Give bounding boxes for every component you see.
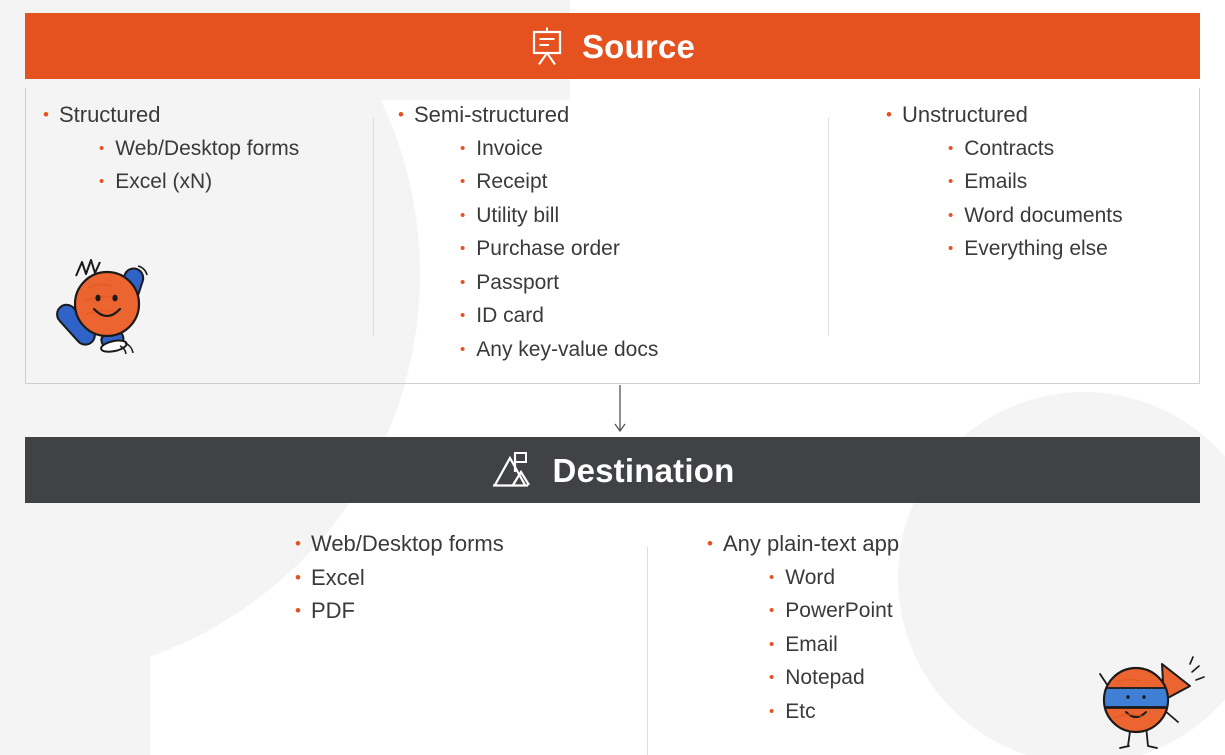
bullet-dot-icon: •: [295, 601, 301, 620]
source-banner: Source: [25, 13, 1200, 79]
unstructured-sublist: • Contracts • Emails • Word documents • …: [948, 132, 1200, 266]
bullet-dot-icon: •: [460, 173, 466, 190]
source-column-semi-structured: • Semi-structured • Invoice • Receipt • …: [373, 98, 828, 366]
bullet-dot-icon: •: [99, 173, 105, 190]
list-item[interactable]: • Purchase order: [460, 232, 828, 266]
item-text: Notepad: [785, 666, 865, 689]
bullet-dot-icon: •: [948, 139, 954, 157]
list-item[interactable]: • PDF: [295, 594, 647, 628]
list-item[interactable]: • Excel (xN): [99, 165, 373, 199]
item-text: Purchase order: [476, 237, 620, 260]
presentation-board-icon: [530, 26, 564, 66]
source-columns: • Structured • Web/Desktop forms • Excel…: [25, 98, 1200, 366]
destination-banner: Destination: [25, 437, 1200, 503]
bullet-dot-icon: •: [886, 105, 892, 124]
bullet-dot-icon: •: [295, 534, 301, 553]
item-text: Etc: [785, 699, 816, 723]
item-text: Emails: [964, 170, 1028, 193]
orange-character-waving-illustration: [52, 246, 167, 358]
heading-text: Semi-structured: [413, 102, 570, 127]
list-item[interactable]: • Utility bill: [460, 199, 828, 233]
list-item[interactable]: • Everything else: [948, 232, 1200, 266]
heading-text: Any plain-text app: [722, 531, 900, 556]
item-text: PDF: [310, 598, 355, 623]
list-item[interactable]: • Passport: [460, 266, 828, 300]
list-item[interactable]: • Emails: [948, 165, 1200, 199]
bullet-dot-icon: •: [769, 602, 775, 619]
list-item[interactable]: • Word documents: [948, 199, 1200, 233]
bullet-dot-icon: •: [295, 567, 301, 587]
slide-canvas: Source • Structured • Web/Desktop forms …: [0, 0, 1225, 755]
bullet-dot-icon: •: [460, 206, 466, 224]
bullet-dot-icon: •: [769, 669, 775, 686]
destination-right-list: • Any plain-text app: [707, 527, 1200, 561]
item-text: Word: [785, 565, 836, 589]
item-text: Excel (xN): [115, 170, 213, 193]
bullet-dot-icon: •: [398, 105, 404, 124]
list-item[interactable]: • Word: [769, 561, 1200, 595]
item-text: Email: [785, 632, 838, 656]
bullet-dot-icon: •: [769, 635, 775, 653]
bullet-dot-icon: •: [460, 307, 466, 324]
heading-text: Unstructured: [901, 102, 1028, 127]
list-item[interactable]: • Receipt: [460, 165, 828, 199]
item-text: ID card: [476, 304, 544, 327]
down-arrow-icon: [614, 385, 626, 433]
source-title: Source: [581, 27, 696, 65]
list-item[interactable]: • Any key-value docs: [460, 333, 828, 367]
semi-structured-sublist: • Invoice • Receipt • Utility bill • Pur…: [460, 132, 828, 367]
destination-column-apps: • Web/Desktop forms • Excel • PDF: [25, 527, 647, 728]
bullet-dot-icon: •: [460, 240, 466, 257]
destination-columns: • Web/Desktop forms • Excel • PDF • Any …: [25, 527, 1200, 755]
bullet-dot-icon: •: [948, 173, 954, 190]
bullet-dot-icon: •: [948, 240, 954, 257]
orange-character-superhero-illustration: [1086, 648, 1206, 752]
list-item[interactable]: • Invoice: [460, 132, 828, 166]
item-text: PowerPoint: [785, 599, 893, 622]
list-item[interactable]: • Semi-structured: [398, 98, 828, 132]
bullet-dot-icon: •: [99, 139, 105, 157]
item-text: Everything else: [964, 237, 1108, 260]
list-item[interactable]: • Any plain-text app: [707, 527, 1200, 561]
item-text: Excel: [310, 564, 365, 590]
list-item[interactable]: • Contracts: [948, 132, 1200, 166]
list-item[interactable]: • Web/Desktop forms: [295, 527, 647, 561]
list-item[interactable]: • Excel: [295, 561, 647, 595]
bullet-dot-icon: •: [460, 340, 466, 358]
item-text: Web/Desktop forms: [115, 136, 300, 160]
item-text: Invoice: [476, 136, 543, 160]
list-item[interactable]: • Unstructured: [886, 98, 1200, 132]
heading-text: Structured: [58, 102, 161, 127]
list-item[interactable]: • PowerPoint: [769, 594, 1200, 628]
flow-connector: [600, 385, 640, 437]
bullet-dot-icon: •: [460, 273, 466, 291]
semi-structured-list: • Semi-structured: [398, 98, 828, 132]
item-text: Utility bill: [476, 203, 560, 227]
bullet-dot-icon: •: [43, 105, 49, 124]
list-item[interactable]: • Structured: [43, 98, 373, 132]
bullet-dot-icon: •: [769, 568, 775, 586]
list-item[interactable]: • Web/Desktop forms: [99, 132, 373, 166]
item-text: Passport: [476, 270, 560, 294]
bullet-dot-icon: •: [707, 534, 713, 553]
list-item[interactable]: • ID card: [460, 299, 828, 333]
item-text: Any key-value docs: [476, 337, 659, 361]
destination-left-list: • Web/Desktop forms • Excel • PDF: [295, 527, 647, 628]
mountain-flag-goal-icon: [491, 450, 535, 490]
item-text: Web/Desktop forms: [310, 531, 504, 556]
item-text: Contracts: [964, 136, 1055, 160]
structured-sublist: • Web/Desktop forms • Excel (xN): [99, 132, 373, 199]
item-text: Word documents: [964, 203, 1123, 227]
unstructured-list: • Unstructured: [886, 98, 1200, 132]
source-column-unstructured: • Unstructured • Contracts • Emails • Wo…: [828, 98, 1200, 366]
item-text: Receipt: [476, 170, 548, 193]
bullet-dot-icon: •: [769, 702, 775, 720]
destination-title: Destination: [552, 451, 735, 489]
bullet-dot-icon: •: [460, 139, 466, 157]
bullet-dot-icon: •: [948, 206, 954, 224]
structured-list: • Structured: [43, 98, 373, 132]
